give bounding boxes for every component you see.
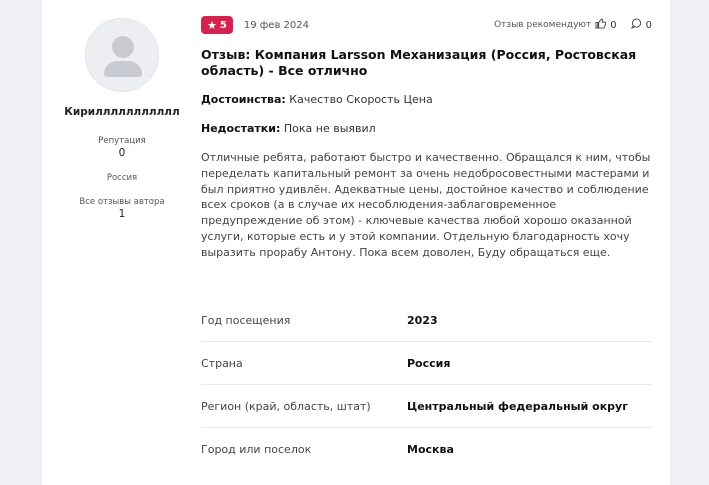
reputation-label: Репутация	[98, 136, 146, 146]
review-cons: Недостатки: Пока не выявил	[201, 122, 652, 135]
cons-label: Недостатки:	[201, 122, 281, 135]
pros-label: Достоинства:	[201, 93, 286, 106]
detail-row: Регион (край, область, штат) Центральный…	[201, 385, 652, 428]
detail-label: Год посещения	[201, 313, 291, 327]
detail-value: Центральный федеральный округ	[407, 399, 628, 413]
review-content: ★ 5 19 фев 2024 Отзыв рекомендуют 0 0 От…	[201, 15, 652, 261]
review-date: 19 фев 2024	[243, 19, 309, 31]
review-title[interactable]: Отзыв: Компания Larsson Механизация (Рос…	[201, 47, 652, 79]
recommend-label: Отзыв рекомендуют	[494, 20, 592, 30]
detail-value: Россия	[407, 356, 451, 370]
review-text: Отличные ребята, работают быстро и качес…	[201, 151, 651, 259]
detail-row: Страна Россия	[201, 342, 652, 385]
thumbs-up-icon[interactable]	[595, 18, 607, 32]
detail-value: 2023	[407, 313, 438, 327]
review-details-table: Год посещения 2023 Страна Россия Регион …	[201, 299, 652, 471]
review-header: ★ 5 19 фев 2024 Отзыв рекомендуют 0 0	[201, 15, 652, 35]
comment-icon[interactable]	[630, 18, 642, 32]
recommend-block: Отзыв рекомендуют 0 0	[494, 18, 652, 32]
user-avatar-icon[interactable]	[85, 18, 159, 92]
pros-value: Качество Скорость Цена	[289, 93, 433, 106]
detail-label: Регион (край, область, штат)	[201, 399, 371, 413]
all-reviews-count[interactable]: 1	[62, 208, 182, 220]
detail-label: Страна	[201, 356, 243, 370]
author-country: Россия	[106, 173, 138, 183]
all-reviews-label[interactable]: Все отзывы автора	[62, 197, 182, 207]
rating-badge: ★ 5	[201, 16, 233, 34]
detail-row: Город или поселок Москва	[201, 428, 652, 471]
reputation-value: 0	[118, 147, 126, 159]
review-pros: Достоинства: Качество Скорость Цена	[201, 93, 652, 106]
author-panel: Кириллллллллллл Репутация 0 Россия Все о…	[62, 18, 182, 220]
rating-value: 5	[219, 19, 227, 31]
detail-value: Москва	[407, 443, 454, 456]
detail-label: Город или поселок	[201, 443, 312, 456]
comments-count[interactable]: 0	[646, 20, 652, 31]
author-name[interactable]: Кириллллллллллл	[62, 106, 182, 118]
cons-value: Пока не выявил	[283, 122, 376, 135]
star-icon: ★	[207, 18, 217, 32]
detail-row: Год посещения 2023	[201, 299, 652, 342]
likes-count[interactable]: 0	[610, 20, 616, 31]
